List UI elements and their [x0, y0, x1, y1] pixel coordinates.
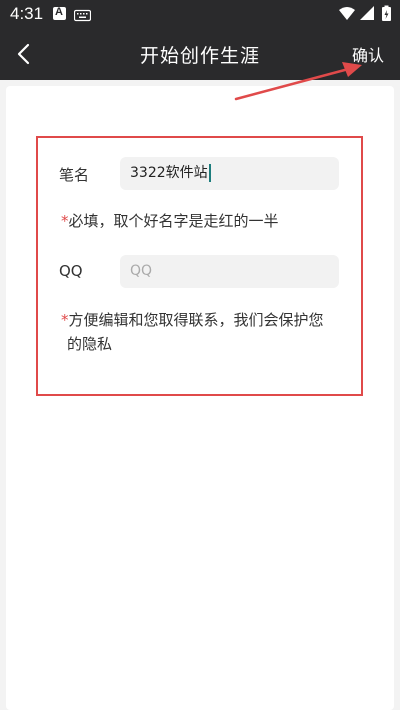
- qq-hint: *方便编辑和您取得联系，我们会保护您 的隐私: [61, 308, 324, 356]
- qq-hint-line-2: 的隐私: [67, 335, 113, 353]
- qq-input[interactable]: QQ: [120, 255, 339, 288]
- pen-name-value: 3322软件站: [130, 165, 208, 181]
- battery-charging-icon: [382, 5, 391, 21]
- wifi-icon: [339, 7, 355, 20]
- screen: 4:31 A 开始创作生涯 确认 笔名 3322软件站 *必填，取个好名字是走红…: [0, 0, 400, 710]
- required-star: *: [61, 212, 69, 230]
- pen-name-hint: *必填，取个好名字是走红的一半: [61, 209, 279, 233]
- text-cursor: [208, 164, 211, 182]
- keyboard-icon: [73, 7, 92, 22]
- pen-name-label: 笔名: [59, 166, 90, 184]
- qq-placeholder: QQ: [130, 263, 153, 279]
- status-bar: 4:31 A: [0, 0, 400, 28]
- title-bar: 开始创作生涯 确认: [0, 28, 400, 80]
- status-time: 4:31: [10, 4, 44, 23]
- pen-name-hint-text: 必填，取个好名字是走红的一半: [68, 212, 279, 230]
- page-title: 开始创作生涯: [139, 45, 260, 67]
- app-notification-icon: A: [53, 6, 66, 20]
- required-star: *: [61, 311, 69, 329]
- qq-hint-line-1: *方便编辑和您取得联系，我们会保护您: [61, 308, 324, 332]
- confirm-button[interactable]: 确认: [352, 42, 384, 66]
- status-icons: [338, 5, 394, 23]
- pen-name-input[interactable]: 3322软件站: [120, 157, 339, 190]
- qq-hint-text-1: 方便编辑和您取得联系，我们会保护您: [68, 311, 324, 329]
- signal-icon: [360, 6, 374, 20]
- notification-letter: A: [55, 6, 63, 18]
- qq-label: QQ: [59, 262, 83, 280]
